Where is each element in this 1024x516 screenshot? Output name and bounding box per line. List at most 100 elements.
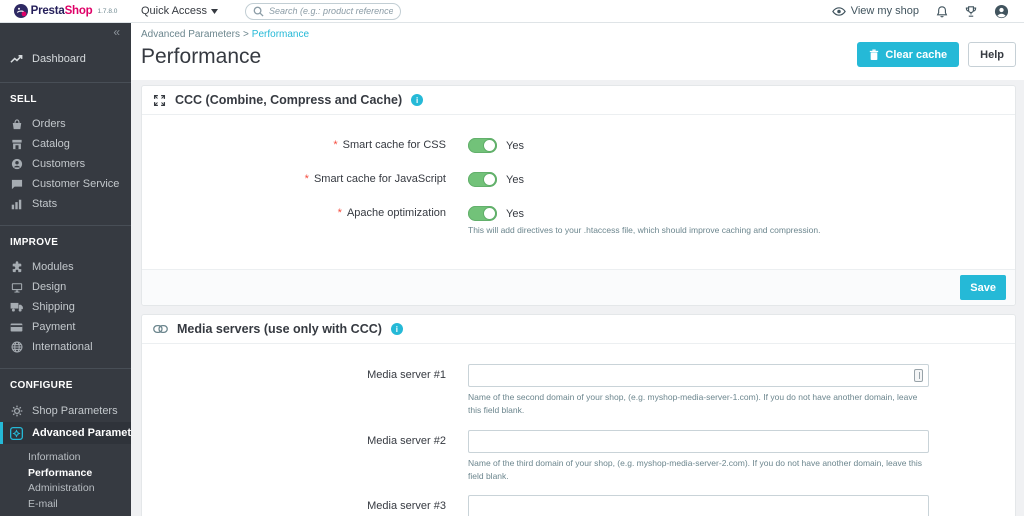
form-row-media-server-1: Media server #1 Name of the second domai… <box>142 364 1015 417</box>
info-icon[interactable]: i <box>411 94 423 106</box>
sidebar-item-customers[interactable]: Customers <box>0 154 131 174</box>
ccc-panel-footer: Save <box>142 269 1015 305</box>
save-button[interactable]: Save <box>960 275 1006 300</box>
truck-icon <box>10 302 23 312</box>
advanced-gear-icon <box>10 427 23 440</box>
sidebar-item-modules[interactable]: Modules <box>0 257 131 277</box>
apache-optimization-toggle[interactable] <box>468 206 497 221</box>
view-my-shop-link[interactable]: View my shop <box>832 5 919 17</box>
monitor-icon <box>10 282 23 293</box>
notifications-bell-icon[interactable] <box>936 5 948 18</box>
bar-chart-icon <box>10 199 23 210</box>
sidebar-item-dashboard[interactable]: Dashboard <box>0 47 131 71</box>
topbar-right: View my shop <box>832 4 1024 19</box>
breadcrumb-advanced-parameters[interactable]: Advanced Parameters <box>141 29 240 40</box>
media-panel-header: Media servers (use only with CCC) i <box>142 315 1015 344</box>
form-row-smart-cache-js: *Smart cache for JavaScript Yes <box>142 172 1015 187</box>
media-server-3-input[interactable] <box>468 495 929 516</box>
required-mark: * <box>305 173 309 185</box>
brand-name-shop: Shop <box>65 5 93 17</box>
sidebar: « Dashboard SELL Orders Catalog Customer… <box>0 23 131 516</box>
submenu-item-email[interactable]: E-mail <box>0 497 131 513</box>
sidebar-item-advanced-parameters[interactable]: Advanced Parameters <box>0 422 131 444</box>
sidebar-collapse-button[interactable]: « <box>0 23 131 38</box>
field-label: *Apache optimization <box>142 206 446 236</box>
sidebar-divider <box>0 368 131 369</box>
form-row-media-server-3: Media server #3 Name of the fourth domai… <box>142 495 1015 516</box>
ccc-panel: CCC (Combine, Compress and Cache) i *Sma… <box>141 85 1016 306</box>
quick-access-menu[interactable]: Quick Access <box>141 5 218 17</box>
field-help-text: Name of the second domain of your shop, … <box>468 391 929 417</box>
help-button[interactable]: Help <box>968 42 1016 67</box>
smart-cache-css-toggle[interactable] <box>468 138 497 153</box>
submenu-item-administration[interactable]: Administration <box>0 481 131 497</box>
clear-cache-label: Clear cache <box>885 49 947 61</box>
trash-icon <box>869 49 879 61</box>
sidebar-item-label: Customers <box>32 158 85 170</box>
sidebar-section-sell: SELL <box>0 94 131 105</box>
sidebar-item-label: Customer Service <box>32 178 119 190</box>
submenu-item-information[interactable]: Information <box>0 450 131 466</box>
ccc-panel-title: CCC (Combine, Compress and Cache) <box>175 93 402 107</box>
form-row-media-server-2: Media server #2 Name of the third domain… <box>142 430 1015 483</box>
breadcrumb: Advanced Parameters>Performance <box>141 29 1016 40</box>
media-servers-panel: Media servers (use only with CCC) i Medi… <box>141 314 1016 516</box>
gear-icon <box>10 405 23 417</box>
page-header-buttons: Clear cache Help <box>857 42 1016 67</box>
sidebar-item-label: Dashboard <box>32 53 86 65</box>
sidebar-item-label: International <box>32 341 93 353</box>
user-avatar-icon[interactable] <box>994 4 1009 19</box>
media-panel-body: Media server #1 Name of the second domai… <box>142 344 1015 516</box>
sidebar-item-shop-parameters[interactable]: Shop Parameters <box>0 400 131 422</box>
advanced-parameters-submenu: Information Performance Administration E… <box>0 450 131 512</box>
sidebar-item-customer-service[interactable]: Customer Service <box>0 174 131 194</box>
sidebar-item-label: Shop Parameters <box>32 405 118 417</box>
ccc-panel-header: CCC (Combine, Compress and Cache) i <box>142 86 1015 115</box>
field-label: Media server #3 <box>142 495 446 516</box>
chat-bubble-icon <box>10 179 23 190</box>
version-label: 1.7.8.0 <box>98 8 118 15</box>
sidebar-item-label: Stats <box>32 198 57 210</box>
credit-card-icon <box>10 323 23 332</box>
media-server-1-input[interactable] <box>468 364 929 387</box>
media-server-2-input[interactable] <box>468 430 929 453</box>
breadcrumb-separator: > <box>243 29 249 40</box>
field-label: *Smart cache for CSS <box>142 138 446 153</box>
person-circle-icon <box>10 158 23 170</box>
form-row-apache-optimization: *Apache optimization Yes This will add d… <box>142 206 1015 236</box>
sidebar-item-label: Modules <box>32 261 74 273</box>
prestashop-logo[interactable]: PrestaShop 1.7.8.0 <box>0 4 131 18</box>
sidebar-item-catalog[interactable]: Catalog <box>0 134 131 154</box>
top-bar: PrestaShop 1.7.8.0 Quick Access View my … <box>0 0 1024 23</box>
toggle-state-label: Yes <box>506 140 524 152</box>
caret-down-icon <box>211 9 218 14</box>
globe-icon <box>10 341 23 353</box>
sidebar-item-orders[interactable]: Orders <box>0 114 131 134</box>
global-search <box>245 3 401 20</box>
clear-cache-button[interactable]: Clear cache <box>857 42 959 67</box>
sidebar-item-label: Orders <box>32 118 66 130</box>
sidebar-item-payment[interactable]: Payment <box>0 317 131 337</box>
sidebar-item-shipping[interactable]: Shipping <box>0 297 131 317</box>
search-input[interactable] <box>269 6 393 16</box>
sidebar-item-design[interactable]: Design <box>0 277 131 297</box>
required-mark: * <box>333 139 337 151</box>
submenu-item-performance[interactable]: Performance <box>0 466 131 482</box>
trophy-icon[interactable] <box>965 5 977 18</box>
sidebar-item-label: Catalog <box>32 138 70 150</box>
ccc-panel-body: *Smart cache for CSS Yes *Smart cache fo… <box>142 115 1015 269</box>
sidebar-item-stats[interactable]: Stats <box>0 194 131 214</box>
trending-up-icon <box>10 54 23 64</box>
info-icon[interactable]: i <box>391 323 403 335</box>
page-body: CCC (Combine, Compress and Cache) i *Sma… <box>131 80 1024 516</box>
sidebar-section-configure: CONFIGURE <box>0 380 131 391</box>
view-my-shop-label: View my shop <box>851 5 919 17</box>
smart-cache-js-toggle[interactable] <box>468 172 497 187</box>
toggle-state-label: Yes <box>506 174 524 186</box>
required-mark: * <box>338 207 342 219</box>
breadcrumb-performance[interactable]: Performance <box>252 29 309 40</box>
store-icon <box>10 139 23 150</box>
prestashop-logo-icon <box>14 4 28 18</box>
sidebar-item-international[interactable]: International <box>0 337 131 357</box>
basket-icon <box>10 119 23 130</box>
